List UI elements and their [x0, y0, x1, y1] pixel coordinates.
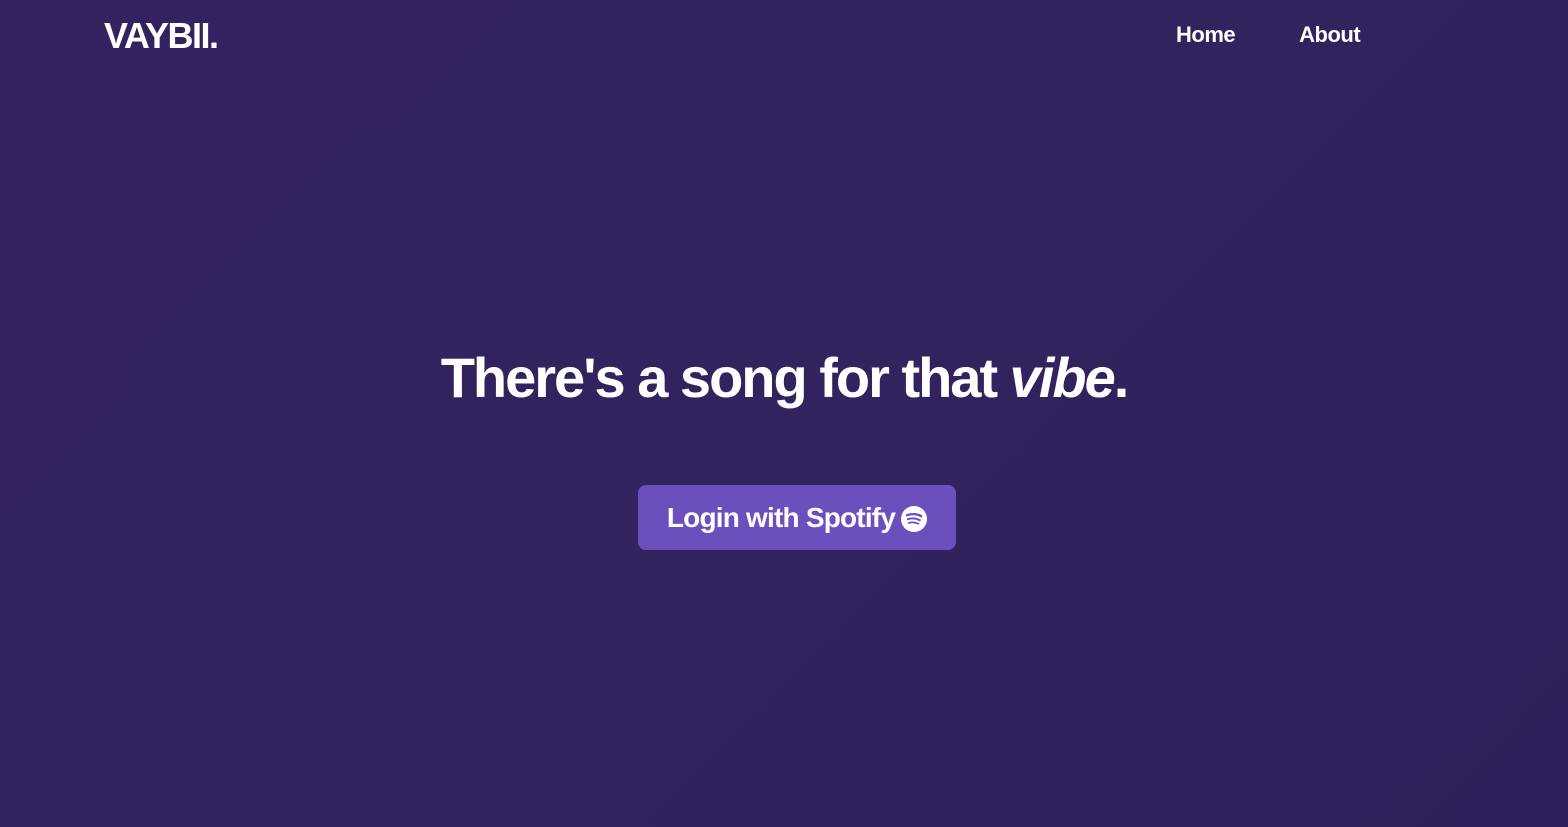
login-with-spotify-button[interactable]: Login with Spotify — [638, 485, 956, 550]
main-nav: Home About — [1176, 20, 1361, 50]
hero-headline: There's a song for that vibe. — [0, 343, 1568, 413]
spotify-icon — [901, 505, 928, 532]
hero-headline-container: There's a song for that vibe. — [0, 343, 1568, 413]
site-logo[interactable]: VAYBII. — [104, 15, 219, 57]
nav-link-about[interactable]: About — [1299, 20, 1361, 50]
headline-emphasis: vibe — [1009, 346, 1116, 409]
headline-text: There's a song for that — [440, 346, 1010, 409]
nav-link-home[interactable]: Home — [1176, 20, 1236, 50]
login-button-label: Login with Spotify — [666, 501, 896, 533]
headline-period: . — [1113, 346, 1130, 409]
